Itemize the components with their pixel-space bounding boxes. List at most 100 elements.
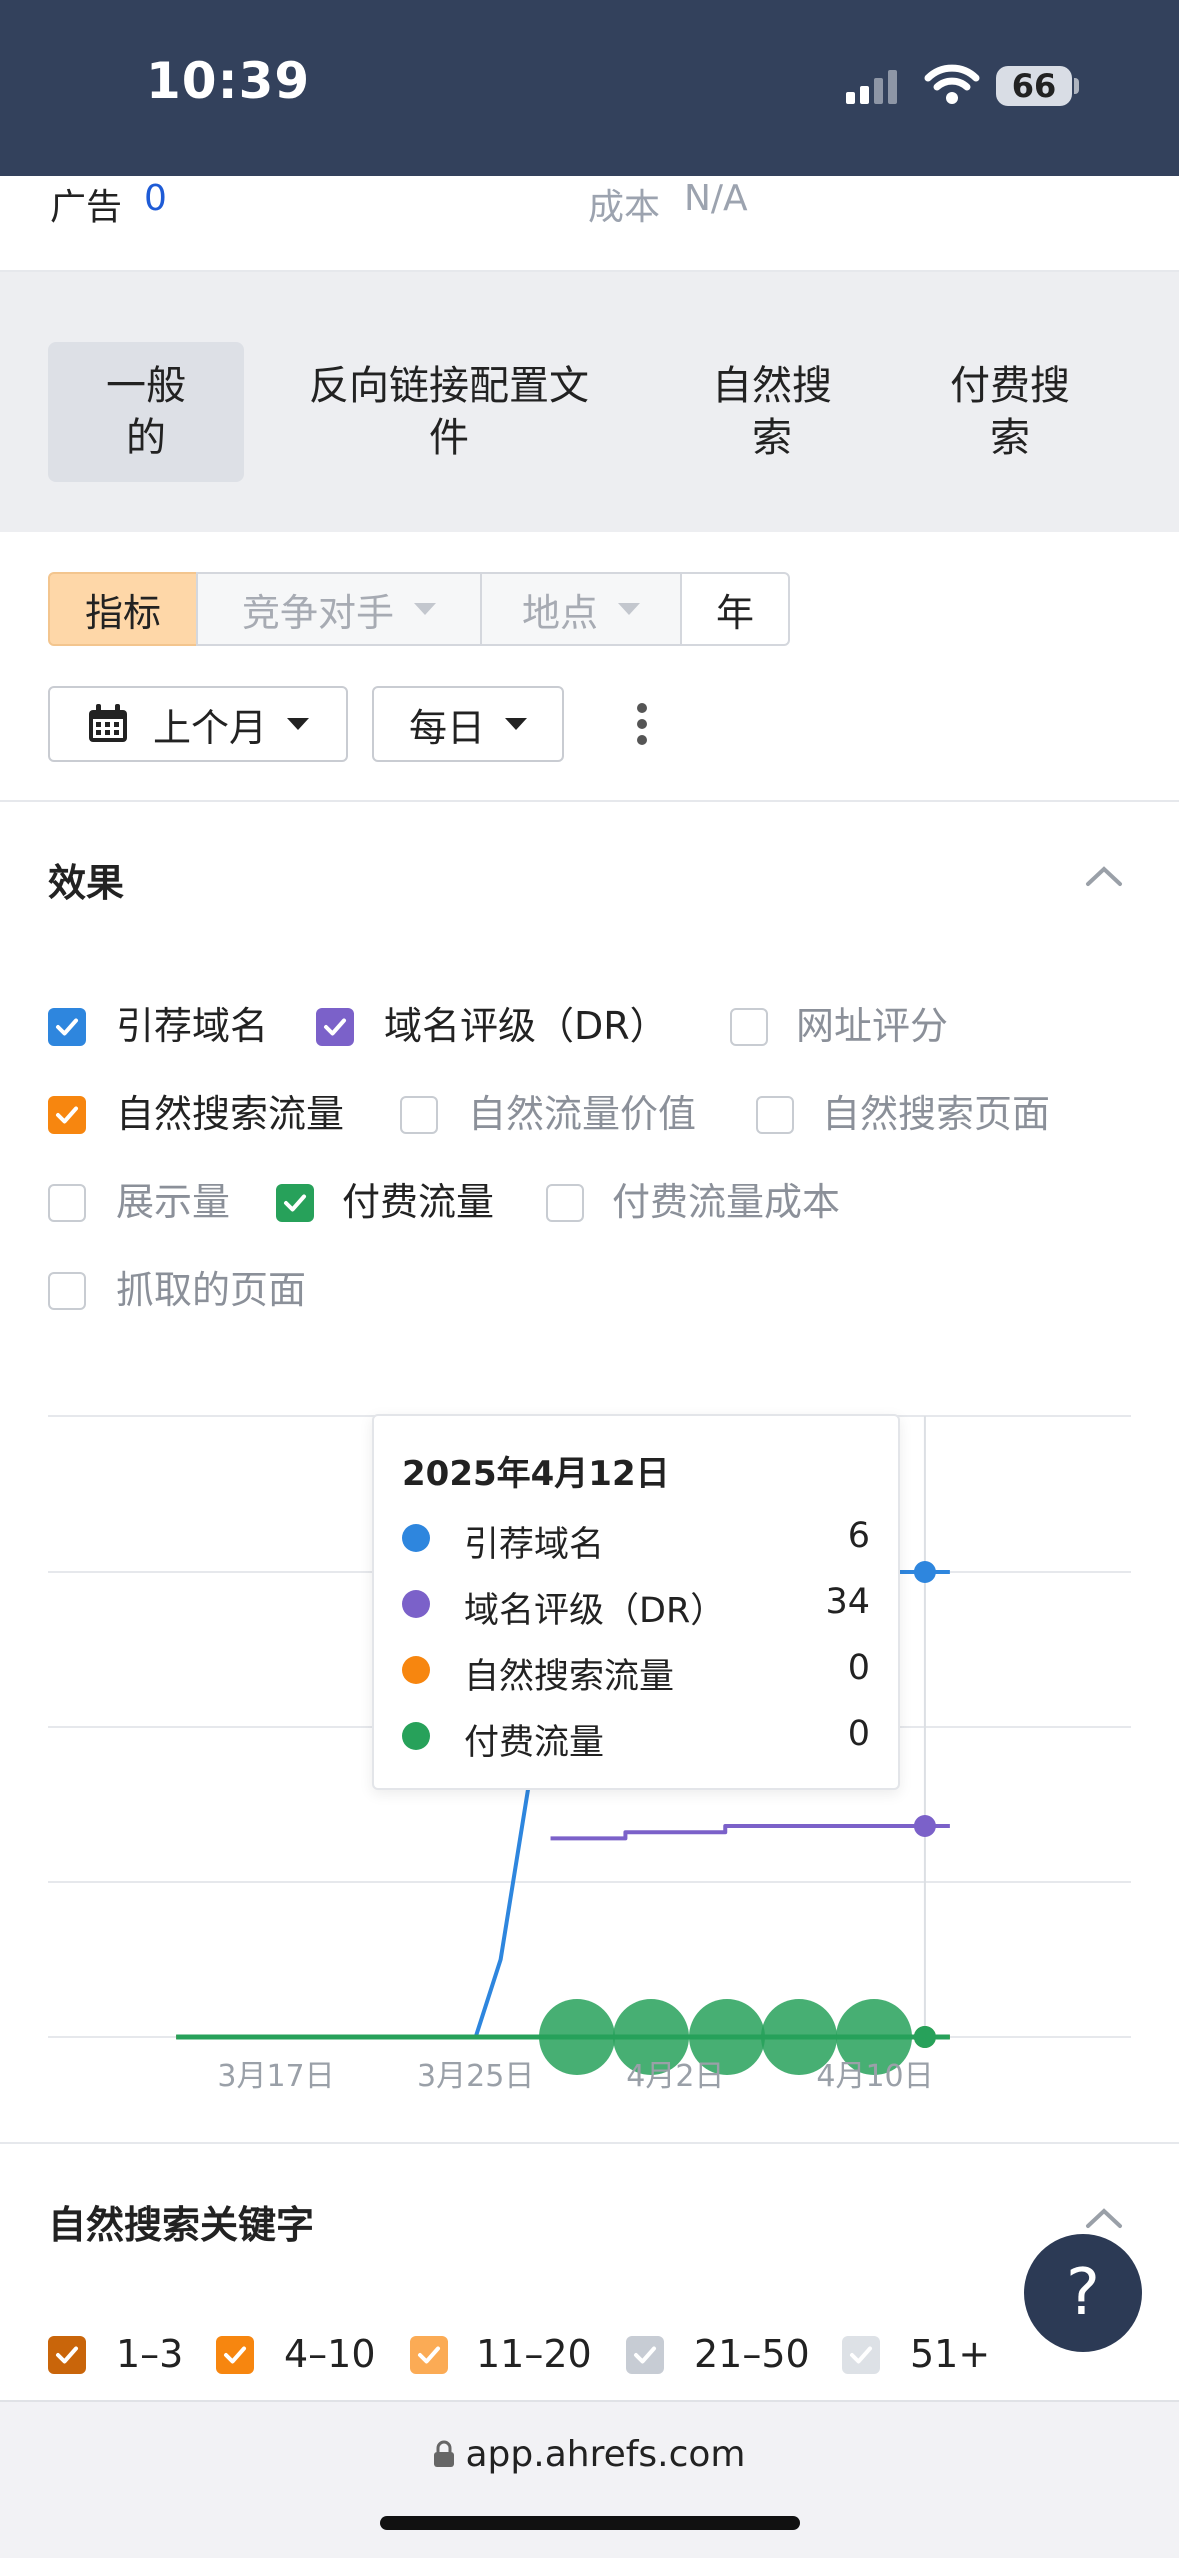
checkmark-icon [418, 2346, 440, 2364]
metric-checkbox[interactable] [48, 1008, 86, 1046]
date-range-dropdown[interactable]: 上个月 [48, 686, 348, 762]
segment-year[interactable]: 年 [680, 572, 790, 646]
tab-backlink-profile[interactable]: 反向链接配置文件 [290, 342, 608, 482]
segment-competitors-label: 竞争对手 [241, 590, 394, 635]
metric-label[interactable]: 网址评分 [796, 1004, 948, 1048]
performance-title: 效果 [48, 861, 125, 905]
checkmark-icon [634, 2346, 656, 2364]
segment-metrics[interactable]: 指标 [48, 572, 198, 646]
tooltip-series-value: 0 [847, 1648, 870, 1688]
metric-checkbox[interactable] [546, 1184, 584, 1222]
x-tick-label: 4月2日 [626, 2059, 724, 2094]
metric-label[interactable]: 引荐域名 [116, 1004, 268, 1048]
metric-label[interactable]: 抓取的页面 [116, 1268, 306, 1312]
battery-tip [1074, 78, 1079, 94]
series-point [913, 2026, 936, 2048]
metric-checkbox[interactable] [316, 1008, 354, 1046]
date-range-label: 上个月 [152, 705, 267, 750]
tab-organic-search[interactable]: 自然搜索 [684, 342, 860, 482]
keyword-range-checkbox[interactable] [410, 2336, 448, 2374]
tab-general-label-2: 的 [126, 415, 166, 461]
divider [0, 800, 1179, 802]
chart-tooltip: 2025年4月12日 引荐域名 6 域名评级（DR） 34 自然搜索流量 0 付费流量 0 [372, 1414, 900, 1790]
metric-checkbox[interactable] [756, 1096, 794, 1134]
segment-location[interactable]: 地点 [480, 572, 682, 646]
series-point [913, 1561, 936, 1583]
keyword-range-label[interactable]: 11–20 [476, 2332, 592, 2376]
metric-label[interactable]: 展示量 [116, 1180, 230, 1224]
metric-label[interactable]: 付费流量成本 [612, 1180, 840, 1224]
help-button[interactable]: ? [1024, 2234, 1142, 2352]
checkmark-icon [224, 2346, 246, 2364]
keyword-range-checkbox[interactable] [216, 2336, 254, 2374]
metric-label[interactable]: 付费流量 [342, 1180, 494, 1224]
granularity-dropdown[interactable]: 每日 [372, 686, 564, 762]
more-options-icon[interactable] [630, 700, 654, 748]
ads-label: 广告 [50, 187, 123, 228]
chevron-down-icon [618, 603, 640, 615]
keyword-range-label[interactable]: 4–10 [284, 2332, 376, 2376]
url-text: app.ahrefs.com [465, 2434, 746, 2475]
metric-checkbox[interactable] [48, 1272, 86, 1310]
checkmark-icon [56, 2346, 78, 2364]
segment-metrics-label: 指标 [84, 590, 161, 635]
metric-checkbox[interactable] [730, 1008, 768, 1046]
tooltip-row: 域名评级（DR） 34 [402, 1578, 870, 1631]
tab-paid-label-1: 付费搜 [950, 363, 1070, 409]
metric-label[interactable]: 自然搜索页面 [822, 1092, 1050, 1136]
segment-location-label: 地点 [521, 590, 598, 635]
keyword-range-checkbox[interactable] [48, 2336, 86, 2374]
tooltip-series-value: 6 [847, 1516, 870, 1556]
metric-label[interactable]: 域名评级（DR） [384, 1004, 668, 1048]
url-display[interactable]: app.ahrefs.com [0, 2434, 1179, 2475]
series-line [550, 1824, 950, 1841]
chevron-up-icon[interactable] [1084, 864, 1124, 888]
keyword-range-checkbox[interactable] [626, 2336, 664, 2374]
cost-value: N/A [684, 178, 748, 219]
x-tick-label: 3月17日 [217, 2059, 334, 2094]
metric-checkbox[interactable] [48, 1096, 86, 1134]
tooltip-row: 自然搜索流量 0 [402, 1644, 870, 1697]
cellular-signal-icon [846, 70, 897, 104]
metric-label[interactable]: 自然流量价值 [468, 1092, 696, 1136]
clock: 10:39 [146, 52, 311, 110]
checkmark-icon [56, 1106, 78, 1124]
chevron-down-icon [505, 718, 527, 730]
series-color-dot [402, 1590, 430, 1618]
segment-competitors[interactable]: 竞争对手 [196, 572, 482, 646]
paid-traffic-marker [539, 1999, 615, 2075]
metric-checkbox[interactable] [400, 1096, 438, 1134]
tab-organic-label-2: 索 [752, 415, 792, 461]
series-point [913, 1815, 936, 1837]
metric-checkbox[interactable] [276, 1184, 314, 1222]
series-color-dot [402, 1524, 430, 1552]
metric-checkbox[interactable] [48, 1184, 86, 1222]
keyword-range-label[interactable]: 1–3 [116, 2332, 183, 2376]
keyword-range-checkbox[interactable] [842, 2336, 880, 2374]
tab-general[interactable]: 一般的 [48, 342, 244, 482]
report-tabs: 一般的 反向链接配置文件 自然搜索 付费搜索 [0, 272, 1179, 532]
ads-value[interactable]: 0 [144, 178, 167, 219]
tooltip-series-name: 引荐域名 [464, 1525, 605, 1565]
checkmark-icon [324, 1018, 346, 1036]
tab-paid-search[interactable]: 付费搜索 [922, 342, 1098, 482]
chevron-up-icon[interactable] [1084, 2206, 1124, 2230]
tooltip-series-name: 付费流量 [464, 1723, 605, 1763]
battery-level: 66 [1011, 67, 1057, 105]
browser-address-bar[interactable] [0, 2400, 1179, 2558]
tab-general-label-1: 一般 [106, 363, 186, 409]
keyword-range-label[interactable]: 51+ [910, 2332, 990, 2376]
chevron-down-icon [414, 603, 436, 615]
tooltip-row: 引荐域名 6 [402, 1512, 870, 1565]
tooltip-series-value: 0 [847, 1714, 870, 1754]
lock-icon [434, 2440, 455, 2467]
tab-organic-label-1: 自然搜 [712, 363, 832, 409]
series-color-dot [402, 1656, 430, 1684]
checkmark-icon [284, 1194, 306, 1212]
series-color-dot [402, 1722, 430, 1750]
x-tick-label: 4月10日 [816, 2059, 933, 2094]
keyword-range-label[interactable]: 21–50 [694, 2332, 810, 2376]
tooltip-series-name: 自然搜索流量 [464, 1657, 675, 1697]
metric-label[interactable]: 自然搜索流量 [116, 1092, 344, 1136]
home-indicator [380, 2516, 800, 2530]
